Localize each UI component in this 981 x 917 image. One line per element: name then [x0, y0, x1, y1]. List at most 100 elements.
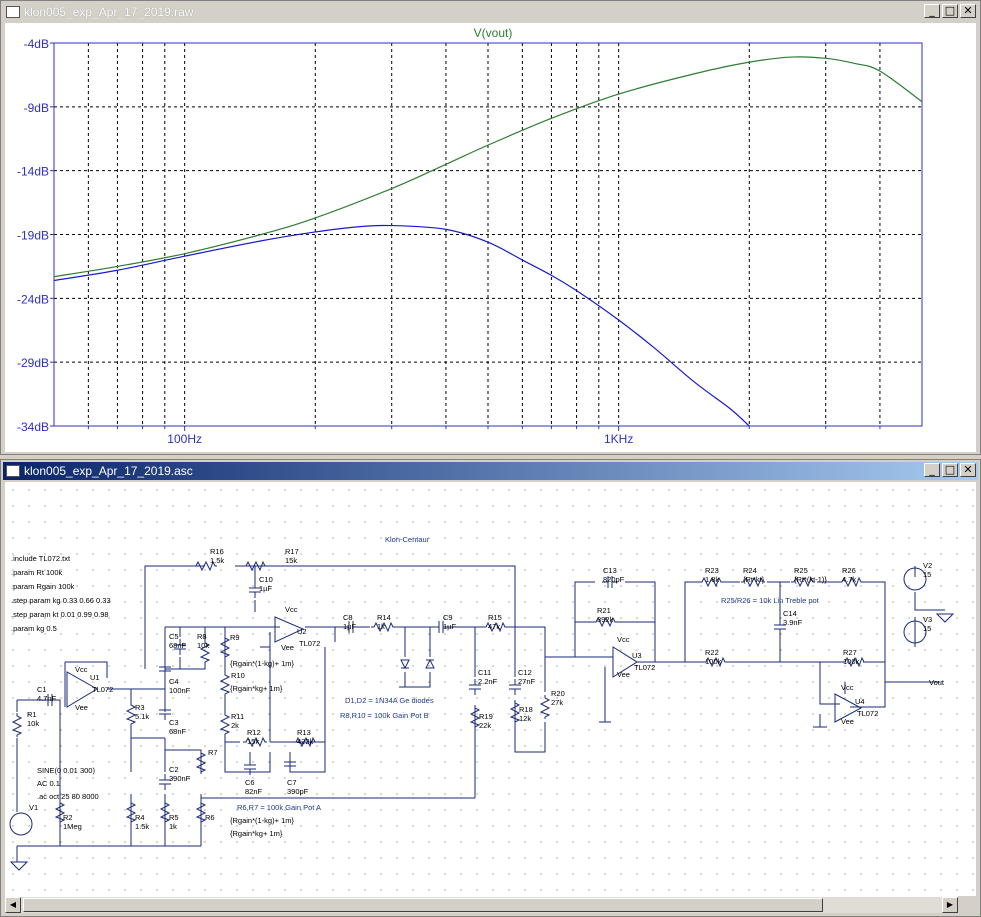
ref-label[interactable]: R8: [197, 632, 207, 641]
value-label[interactable]: 27k: [551, 698, 563, 707]
ref-label[interactable]: V3: [923, 615, 932, 624]
scroll-left-icon[interactable]: ◀: [5, 897, 21, 913]
opamp-ref[interactable]: U3: [632, 651, 642, 660]
schematic-canvas[interactable]: R16 1.5k R17 15k C10 1µF C5 68nF R8 10k R9 C4 100nF C…: [5, 482, 976, 896]
scroll-right-icon[interactable]: ▶: [942, 897, 958, 913]
analysis-directive[interactable]: .ac oct 25 80 8000: [37, 792, 99, 801]
ref-label[interactable]: V2: [923, 561, 932, 570]
close-button[interactable]: ✕: [960, 4, 976, 18]
ref-label[interactable]: C2: [169, 765, 179, 774]
expr-r8[interactable]: {Rgain*(1-kg)+ 1m}: [230, 659, 294, 668]
value-label[interactable]: 27nF: [518, 677, 536, 686]
ref-label[interactable]: R1: [27, 710, 37, 719]
ref-label[interactable]: R18: [519, 705, 533, 714]
maximize-button[interactable]: □: [942, 4, 958, 18]
directive[interactable]: .param Rgain 100k: [11, 582, 75, 591]
value-label[interactable]: 10k: [27, 719, 39, 728]
directive[interactable]: .param Rt 100k: [11, 568, 63, 577]
ref-label[interactable]: V1: [29, 803, 38, 812]
ref-label[interactable]: C9: [443, 613, 453, 622]
value-label[interactable]: 1.5k: [135, 822, 149, 831]
value-label[interactable]: 1.5k: [210, 556, 224, 565]
ref-label[interactable]: C6: [245, 778, 255, 787]
schematic-window[interactable]: klon005_exp_Apr_17_2019.asc _ □ ✕ R16 1.…: [0, 459, 981, 917]
opamp-model[interactable]: TL072: [92, 685, 113, 694]
directive[interactable]: .include TL072.txt: [11, 554, 71, 563]
value-label[interactable]: 15k: [247, 737, 259, 746]
value-label[interactable]: 100nF: [169, 686, 191, 695]
ref-label[interactable]: R25: [794, 566, 808, 575]
trace-2[interactable]: [53, 224, 750, 427]
value-label[interactable]: 2.2nF: [478, 677, 498, 686]
ref-label[interactable]: R27: [843, 648, 857, 657]
value-label[interactable]: 47k: [488, 622, 500, 631]
value-label[interactable]: 100k: [843, 657, 860, 666]
value-expression[interactable]: {Rt*(kt-1)}: [794, 575, 827, 584]
value-label[interactable]: 1k: [169, 822, 177, 831]
opamp-ref[interactable]: U4: [855, 697, 865, 706]
plot-window-titlebar[interactable]: klon005_exp_Apr_17_2019.raw _ □ ✕: [3, 3, 978, 21]
opamp-model[interactable]: TL072: [299, 639, 320, 648]
ref-label[interactable]: R10: [231, 671, 245, 680]
ref-label[interactable]: R2: [63, 813, 73, 822]
bode-plot[interactable]: V(vout) -4dB -9dB -14dB -19dB -24dB -29dB -34d…: [5, 23, 978, 452]
value-label[interactable]: 10k: [197, 641, 209, 650]
ref-label[interactable]: R23: [705, 566, 719, 575]
expr-r10[interactable]: {Rgain*kg+ 1m}: [230, 684, 283, 693]
ref-label[interactable]: C11: [478, 668, 491, 677]
value-label[interactable]: 4.7k: [842, 575, 856, 584]
ref-label[interactable]: C5: [169, 632, 179, 641]
minimize-button[interactable]: _: [924, 463, 940, 477]
ref-label[interactable]: R13: [297, 728, 311, 737]
source-spec[interactable]: SINE(0 0.01 300): [37, 766, 95, 775]
opamp-model[interactable]: TL072: [634, 663, 655, 672]
value-label[interactable]: 68nF: [169, 727, 187, 736]
horizontal-scrollbar[interactable]: ◀ ▶: [5, 896, 958, 913]
minimize-button[interactable]: _: [924, 4, 940, 18]
value-label[interactable]: 68nF: [169, 641, 187, 650]
value-label[interactable]: 5.1k: [135, 712, 149, 721]
ref-label[interactable]: R24: [743, 566, 757, 575]
directive[interactable]: .param kg 0.5: [11, 624, 57, 633]
ref-label[interactable]: R26: [842, 566, 856, 575]
ref-label[interactable]: C7: [287, 778, 297, 787]
ref-label[interactable]: C4: [169, 677, 179, 686]
ref-label[interactable]: R19: [479, 712, 493, 721]
value-label[interactable]: 1Meg: [63, 822, 82, 831]
close-button[interactable]: ✕: [960, 463, 976, 477]
ref-label[interactable]: R6: [205, 813, 215, 822]
ref-label[interactable]: R14: [377, 613, 391, 622]
ref-label[interactable]: C12: [518, 668, 532, 677]
schematic-drawing[interactable]: R161.5kR1715kC101µFC568nFR810kR9C4100nFC…: [5, 482, 976, 896]
value-label[interactable]: 15: [923, 624, 931, 633]
ref-label[interactable]: R22: [705, 648, 719, 657]
ref-label[interactable]: R16: [210, 547, 224, 556]
ref-label[interactable]: R7: [208, 748, 218, 757]
ref-label[interactable]: R17: [285, 547, 299, 556]
value-label[interactable]: 15k: [285, 556, 297, 565]
directive[interactable]: .step param kg 0.33 0.66 0.33: [11, 596, 111, 605]
ref-label[interactable]: C14: [783, 609, 797, 618]
directive[interactable]: .step param kt 0.01 0.99 0.98: [11, 610, 109, 619]
value-label[interactable]: 1µF: [259, 584, 272, 593]
maximize-button[interactable]: □: [942, 463, 958, 477]
opamp-ref[interactable]: U2: [297, 627, 307, 636]
value-label[interactable]: 422k: [297, 737, 314, 746]
value-label[interactable]: 3.9nF: [783, 618, 803, 627]
value-label[interactable]: 1.8k: [705, 575, 719, 584]
ref-label[interactable]: R21: [597, 606, 611, 615]
ref-label[interactable]: R5: [169, 813, 179, 822]
expr-r6[interactable]: {Rgain*kg+ 1m}: [230, 829, 283, 838]
value-label[interactable]: 390nF: [169, 774, 191, 783]
ref-label[interactable]: C8: [343, 613, 353, 622]
value-label[interactable]: 22k: [479, 721, 491, 730]
value-label[interactable]: 100k: [705, 657, 722, 666]
value-label[interactable]: 82nF: [245, 787, 263, 796]
value-expression[interactable]: {Rt*kt}: [743, 575, 765, 584]
ref-label[interactable]: C1: [37, 685, 47, 694]
plot-pane[interactable]: V(vout) -4dB -9dB -14dB -19dB -24dB -29dB -34d…: [5, 23, 976, 452]
source-spec[interactable]: AC 0.1: [37, 779, 60, 788]
value-label[interactable]: 12k: [519, 714, 531, 723]
scroll-thumb[interactable]: [23, 898, 823, 912]
ref-label[interactable]: C10: [259, 575, 273, 584]
